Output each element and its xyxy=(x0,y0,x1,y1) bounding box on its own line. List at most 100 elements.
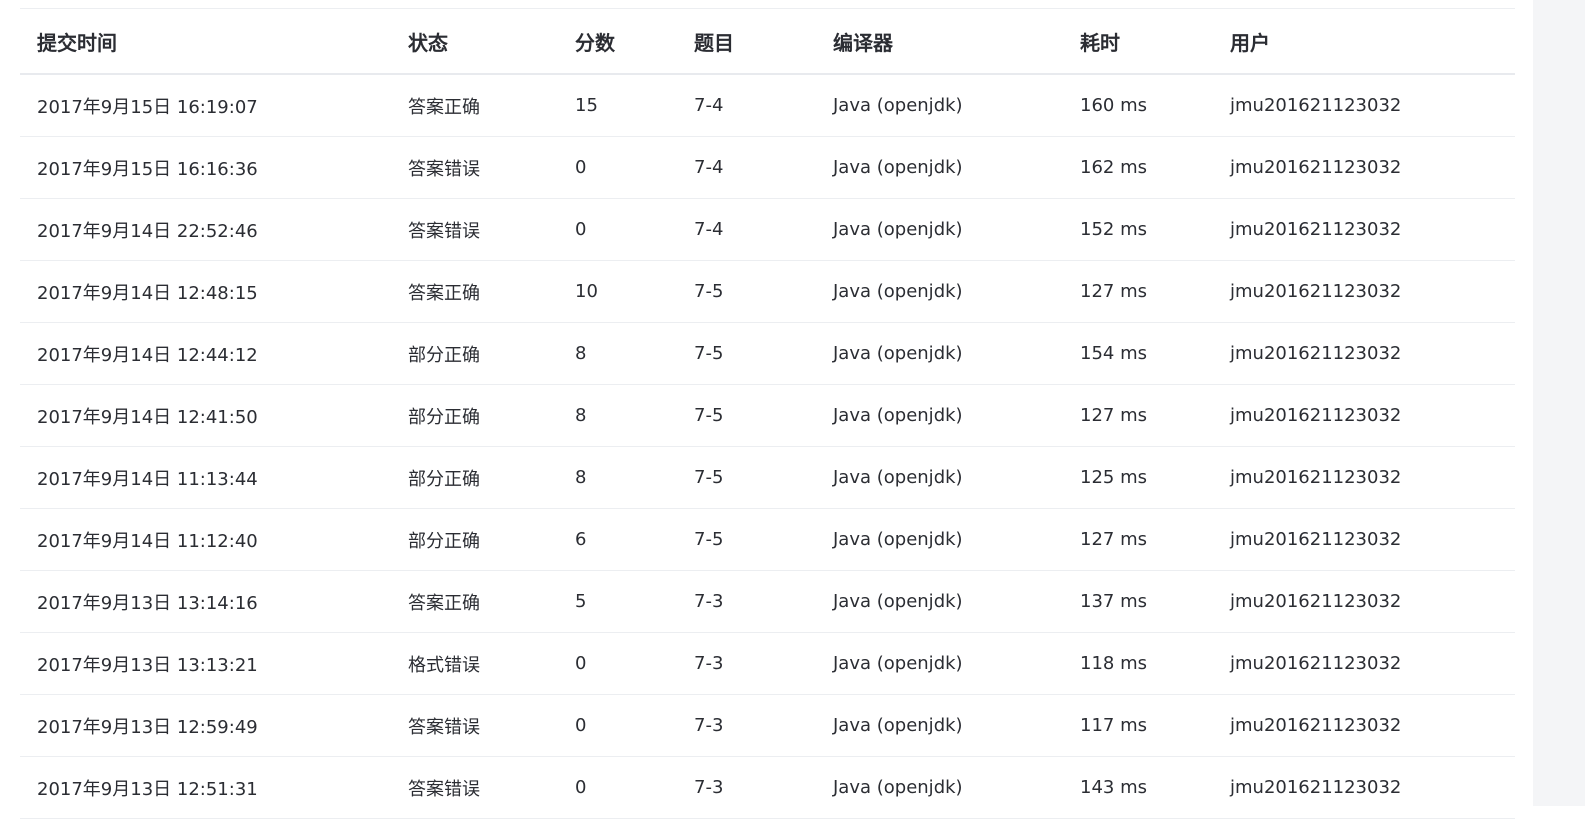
status-link[interactable]: 答案错误 xyxy=(408,198,575,261)
table-row: 2017年9月14日 22:52:46 答案错误 0 7-4 Java (openjdk… xyxy=(20,198,1515,261)
table-row: 2017年9月14日 12:48:15 答案正确 10 7-5 Java (openjd… xyxy=(20,260,1515,323)
status-link[interactable]: 答案错误 xyxy=(408,694,575,757)
problem-link[interactable]: 7-5 xyxy=(694,508,833,571)
status-link[interactable]: 部分正确 xyxy=(408,322,575,385)
score-link[interactable]: 8 xyxy=(575,322,694,385)
column-header-compiler: 编译器 xyxy=(833,9,1080,75)
user-cell: jmu201621123032 xyxy=(1230,322,1515,385)
submissions-table: 提交时间 状态 分数 题目 编译器 耗时 用户 2017年9月15日 16:19… xyxy=(20,9,1515,819)
score-link[interactable]: 15 xyxy=(575,74,694,137)
user-cell: jmu201621123032 xyxy=(1230,446,1515,509)
compiler-cell: Java (openjdk) xyxy=(833,74,1080,137)
user-cell: jmu201621123032 xyxy=(1230,694,1515,757)
score-link[interactable]: 6 xyxy=(575,508,694,571)
compiler-cell: Java (openjdk) xyxy=(833,756,1080,819)
score-link[interactable]: 8 xyxy=(575,384,694,447)
submit-time-cell: 2017年9月13日 13:13:21 xyxy=(20,632,408,695)
status-link[interactable]: 部分正确 xyxy=(408,446,575,509)
problem-link[interactable]: 7-5 xyxy=(694,446,833,509)
score-link[interactable]: 8 xyxy=(575,446,694,509)
score-link[interactable]: 0 xyxy=(575,694,694,757)
table-row: 2017年9月15日 16:19:07 答案正确 15 7-4 Java (openjd… xyxy=(20,74,1515,137)
compiler-cell: Java (openjdk) xyxy=(833,322,1080,385)
problem-link[interactable]: 7-4 xyxy=(694,198,833,261)
submission-list-panel: 提交时间 状态 分数 题目 编译器 耗时 用户 2017年9月15日 16:19… xyxy=(0,0,1533,819)
compiler-cell: Java (openjdk) xyxy=(833,446,1080,509)
time-cell: 137 ms xyxy=(1080,570,1230,633)
score-link[interactable]: 0 xyxy=(575,632,694,695)
scrollbar-track[interactable] xyxy=(1533,0,1585,806)
status-link[interactable]: 部分正确 xyxy=(408,384,575,447)
problem-link[interactable]: 7-4 xyxy=(694,74,833,137)
user-cell: jmu201621123032 xyxy=(1230,74,1515,137)
time-cell: 127 ms xyxy=(1080,384,1230,447)
user-cell: jmu201621123032 xyxy=(1230,260,1515,323)
status-link[interactable]: 答案正确 xyxy=(408,74,575,137)
compiler-cell: Java (openjdk) xyxy=(833,384,1080,447)
table-row: 2017年9月14日 11:12:40 部分正确 6 7-5 Java (openjdk… xyxy=(20,508,1515,571)
score-link[interactable]: 0 xyxy=(575,756,694,819)
compiler-cell: Java (openjdk) xyxy=(833,198,1080,261)
user-cell: jmu201621123032 xyxy=(1230,198,1515,261)
submit-time-cell: 2017年9月13日 13:14:16 xyxy=(20,570,408,633)
user-cell: jmu201621123032 xyxy=(1230,136,1515,199)
submit-time-cell: 2017年9月13日 12:51:31 xyxy=(20,756,408,819)
problem-link[interactable]: 7-3 xyxy=(694,632,833,695)
user-cell: jmu201621123032 xyxy=(1230,508,1515,571)
compiler-cell: Java (openjdk) xyxy=(833,694,1080,757)
time-cell: 117 ms xyxy=(1080,694,1230,757)
problem-link[interactable]: 7-3 xyxy=(694,756,833,819)
table-row: 2017年9月15日 16:16:36 答案错误 0 7-4 Java (openjdk… xyxy=(20,136,1515,199)
table-row: 2017年9月13日 13:14:16 答案正确 5 7-3 Java (openjdk… xyxy=(20,570,1515,633)
time-cell: 152 ms xyxy=(1080,198,1230,261)
time-cell: 118 ms xyxy=(1080,632,1230,695)
submit-time-cell: 2017年9月14日 11:12:40 xyxy=(20,508,408,571)
problem-link[interactable]: 7-3 xyxy=(694,570,833,633)
status-link[interactable]: 答案错误 xyxy=(408,756,575,819)
status-link[interactable]: 部分正确 xyxy=(408,508,575,571)
column-header-submit-time: 提交时间 xyxy=(20,9,408,75)
table-row: 2017年9月14日 11:13:44 部分正确 8 7-5 Java (openjdk… xyxy=(20,446,1515,509)
submit-time-cell: 2017年9月14日 12:48:15 xyxy=(20,260,408,323)
score-link[interactable]: 0 xyxy=(575,136,694,199)
problem-link[interactable]: 7-3 xyxy=(694,694,833,757)
submit-time-cell: 2017年9月14日 11:13:44 xyxy=(20,446,408,509)
status-link[interactable]: 格式错误 xyxy=(408,632,575,695)
compiler-cell: Java (openjdk) xyxy=(833,632,1080,695)
score-link[interactable]: 0 xyxy=(575,198,694,261)
problem-link[interactable]: 7-5 xyxy=(694,322,833,385)
table-row: 2017年9月14日 12:44:12 部分正确 8 7-5 Java (openjdk… xyxy=(20,322,1515,385)
table-header-row: 提交时间 状态 分数 题目 编译器 耗时 用户 xyxy=(20,9,1515,75)
time-cell: 127 ms xyxy=(1080,260,1230,323)
time-cell: 143 ms xyxy=(1080,756,1230,819)
table-row: 2017年9月13日 13:13:21 格式错误 0 7-3 Java (openjdk… xyxy=(20,632,1515,695)
status-link[interactable]: 答案错误 xyxy=(408,136,575,199)
compiler-cell: Java (openjdk) xyxy=(833,136,1080,199)
status-link[interactable]: 答案正确 xyxy=(408,260,575,323)
column-header-time: 耗时 xyxy=(1080,9,1230,75)
submit-time-cell: 2017年9月15日 16:19:07 xyxy=(20,74,408,137)
score-link[interactable]: 5 xyxy=(575,570,694,633)
submit-time-cell: 2017年9月15日 16:16:36 xyxy=(20,136,408,199)
table-row: 2017年9月13日 12:59:49 答案错误 0 7-3 Java (openjdk… xyxy=(20,694,1515,757)
compiler-cell: Java (openjdk) xyxy=(833,508,1080,571)
problem-link[interactable]: 7-5 xyxy=(694,260,833,323)
submit-time-cell: 2017年9月13日 12:59:49 xyxy=(20,694,408,757)
problem-link[interactable]: 7-5 xyxy=(694,384,833,447)
column-header-problem: 题目 xyxy=(694,9,833,75)
table-row: 2017年9月14日 12:41:50 部分正确 8 7-5 Java (openjdk… xyxy=(20,384,1515,447)
time-cell: 127 ms xyxy=(1080,508,1230,571)
problem-link[interactable]: 7-4 xyxy=(694,136,833,199)
score-link[interactable]: 10 xyxy=(575,260,694,323)
submit-time-cell: 2017年9月14日 22:52:46 xyxy=(20,198,408,261)
user-cell: jmu201621123032 xyxy=(1230,756,1515,819)
time-cell: 154 ms xyxy=(1080,322,1230,385)
submit-time-cell: 2017年9月14日 12:41:50 xyxy=(20,384,408,447)
time-cell: 162 ms xyxy=(1080,136,1230,199)
time-cell: 160 ms xyxy=(1080,74,1230,137)
user-cell: jmu201621123032 xyxy=(1230,570,1515,633)
user-cell: jmu201621123032 xyxy=(1230,384,1515,447)
status-link[interactable]: 答案正确 xyxy=(408,570,575,633)
compiler-cell: Java (openjdk) xyxy=(833,260,1080,323)
submit-time-cell: 2017年9月14日 12:44:12 xyxy=(20,322,408,385)
